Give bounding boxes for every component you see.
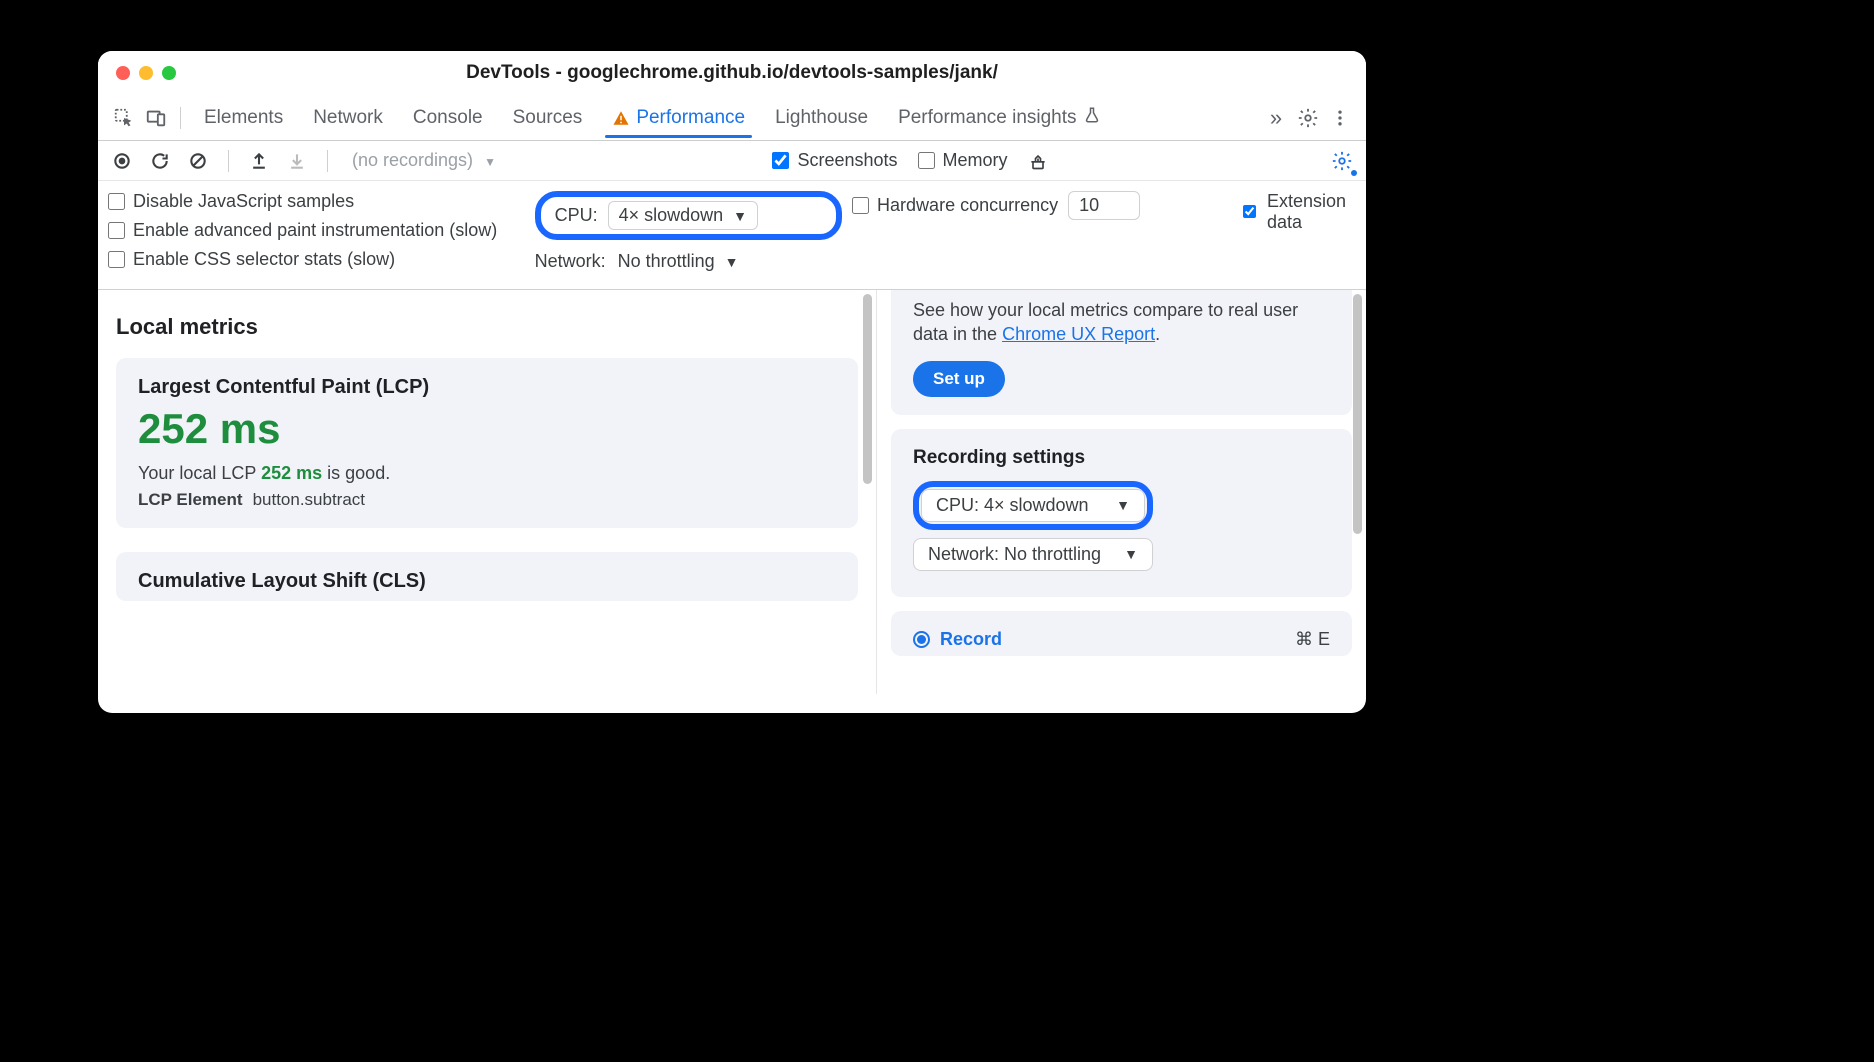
recording-settings-heading: Recording settings bbox=[913, 447, 1330, 469]
recordings-dropdown[interactable]: (no recordings) ▼ bbox=[352, 150, 496, 171]
record-action[interactable]: Record bbox=[913, 629, 1002, 650]
kebab-menu-icon[interactable] bbox=[1326, 104, 1354, 132]
network-recording-select[interactable]: Network: No throttling▼ bbox=[913, 538, 1153, 571]
hardware-concurrency-checkbox[interactable]: Hardware concurrency bbox=[852, 195, 1058, 216]
tab-sources[interactable]: Sources bbox=[500, 99, 596, 137]
chrome-ux-report-link[interactable]: Chrome UX Report bbox=[1002, 324, 1155, 344]
lcp-card: Largest Contentful Paint (LCP) 252 ms Yo… bbox=[116, 358, 858, 528]
side-panel: See how your local metrics compare to re… bbox=[876, 290, 1366, 694]
cpu-recording-select[interactable]: CPU: 4× slowdown▼ bbox=[921, 489, 1145, 522]
separator bbox=[228, 150, 229, 172]
recording-toolbar: (no recordings) ▼ Screenshots Memory bbox=[98, 141, 1366, 181]
capture-settings-gear-icon[interactable] bbox=[1328, 147, 1356, 175]
record-icon bbox=[913, 631, 930, 648]
tab-elements[interactable]: Elements bbox=[191, 99, 296, 137]
reload-record-button[interactable] bbox=[146, 147, 174, 175]
recording-settings-panel: Recording settings CPU: 4× slowdown▼ Net… bbox=[891, 429, 1352, 597]
capture-settings-bar: Disable JavaScript samples Enable advanc… bbox=[98, 181, 1366, 290]
field-data-panel: See how your local metrics compare to re… bbox=[891, 290, 1352, 415]
traffic-lights bbox=[116, 66, 176, 80]
chevron-down-icon: ▼ bbox=[484, 155, 496, 169]
inspect-element-icon[interactable] bbox=[110, 104, 138, 132]
memory-checkbox[interactable]: Memory bbox=[918, 150, 1008, 171]
lcp-sentence: Your local LCP 252 ms is good. bbox=[138, 463, 836, 484]
content-area: Local metrics Largest Contentful Paint (… bbox=[98, 290, 1366, 694]
side-scrollbar[interactable] bbox=[1348, 290, 1366, 694]
clear-button[interactable] bbox=[184, 147, 212, 175]
minimize-window-button[interactable] bbox=[139, 66, 153, 80]
panel-tabs: Elements Network Console Sources Perform… bbox=[98, 95, 1366, 141]
tab-perf-insights[interactable]: Performance insights bbox=[885, 98, 1113, 138]
network-label: Network: bbox=[535, 251, 606, 272]
separator bbox=[327, 150, 328, 172]
separator bbox=[180, 107, 181, 129]
tab-lighthouse[interactable]: Lighthouse bbox=[762, 99, 881, 137]
lcp-title: Largest Contentful Paint (LCP) bbox=[138, 376, 836, 399]
lcp-element-value[interactable]: button.subtract bbox=[253, 490, 365, 510]
tab-performance-label: Performance bbox=[636, 107, 745, 129]
record-shortcut: ⌘ E bbox=[1295, 629, 1330, 650]
cls-card: Cumulative Layout Shift (CLS) bbox=[116, 552, 858, 601]
advanced-paint-checkbox[interactable]: Enable advanced paint instrumentation (s… bbox=[108, 220, 525, 241]
titlebar: DevTools - googlechrome.github.io/devtoo… bbox=[98, 51, 1366, 95]
cpu-throttle-select[interactable]: 4× slowdown ▼ bbox=[608, 201, 758, 230]
cpu-throttle-highlight: CPU: 4× slowdown ▼ bbox=[535, 191, 842, 240]
disable-js-samples-checkbox[interactable]: Disable JavaScript samples bbox=[108, 191, 525, 212]
record-button[interactable] bbox=[108, 147, 136, 175]
tab-console[interactable]: Console bbox=[400, 99, 496, 137]
css-selector-stats-checkbox[interactable]: Enable CSS selector stats (slow) bbox=[108, 249, 525, 270]
settings-gear-icon[interactable] bbox=[1294, 104, 1322, 132]
main-panel: Local metrics Largest Contentful Paint (… bbox=[98, 290, 876, 694]
extension-data-label: Extension data bbox=[1267, 191, 1356, 232]
chevron-down-icon: ▼ bbox=[1116, 497, 1130, 513]
screenshots-checkbox[interactable]: Screenshots bbox=[772, 150, 897, 171]
field-data-text: See how your local metrics compare to re… bbox=[913, 298, 1330, 347]
chevron-down-icon: ▼ bbox=[733, 208, 747, 224]
tab-perf-insights-label: Performance insights bbox=[898, 107, 1076, 129]
zoom-window-button[interactable] bbox=[162, 66, 176, 80]
extension-data-checkbox[interactable] bbox=[1243, 205, 1256, 218]
memory-checkbox-input[interactable] bbox=[918, 152, 935, 169]
more-tabs-button[interactable]: » bbox=[1262, 104, 1290, 132]
download-button[interactable] bbox=[283, 147, 311, 175]
chevron-down-icon: ▼ bbox=[1124, 546, 1138, 562]
close-window-button[interactable] bbox=[116, 66, 130, 80]
network-throttle-select[interactable]: No throttling ▼ bbox=[616, 248, 741, 275]
set-up-button[interactable]: Set up bbox=[913, 361, 1005, 397]
devtools-window: DevTools - googlechrome.github.io/devtoo… bbox=[98, 51, 1366, 713]
local-metrics-heading: Local metrics bbox=[116, 314, 858, 340]
lcp-value: 252 ms bbox=[138, 405, 836, 453]
lcp-element-row: LCP Element button.subtract bbox=[138, 490, 836, 510]
cpu-label: CPU: bbox=[555, 205, 598, 226]
main-scrollbar[interactable] bbox=[858, 290, 876, 694]
lcp-element-label: LCP Element bbox=[138, 490, 243, 510]
hardware-concurrency-input[interactable] bbox=[1068, 191, 1140, 220]
flask-icon bbox=[1083, 106, 1101, 130]
device-toolbar-icon[interactable] bbox=[142, 104, 170, 132]
window-title: DevTools - googlechrome.github.io/devtoo… bbox=[176, 62, 1288, 84]
warning-icon bbox=[612, 109, 630, 127]
chevron-down-icon: ▼ bbox=[725, 254, 739, 270]
screenshots-checkbox-input[interactable] bbox=[772, 152, 789, 169]
cpu-recording-highlight: CPU: 4× slowdown▼ bbox=[913, 481, 1153, 530]
tab-performance[interactable]: Performance bbox=[599, 99, 758, 137]
cls-title: Cumulative Layout Shift (CLS) bbox=[138, 570, 836, 593]
collect-garbage-icon[interactable] bbox=[1024, 147, 1052, 175]
tab-network[interactable]: Network bbox=[300, 99, 396, 137]
upload-button[interactable] bbox=[245, 147, 273, 175]
record-panel: Record ⌘ E bbox=[891, 611, 1352, 656]
